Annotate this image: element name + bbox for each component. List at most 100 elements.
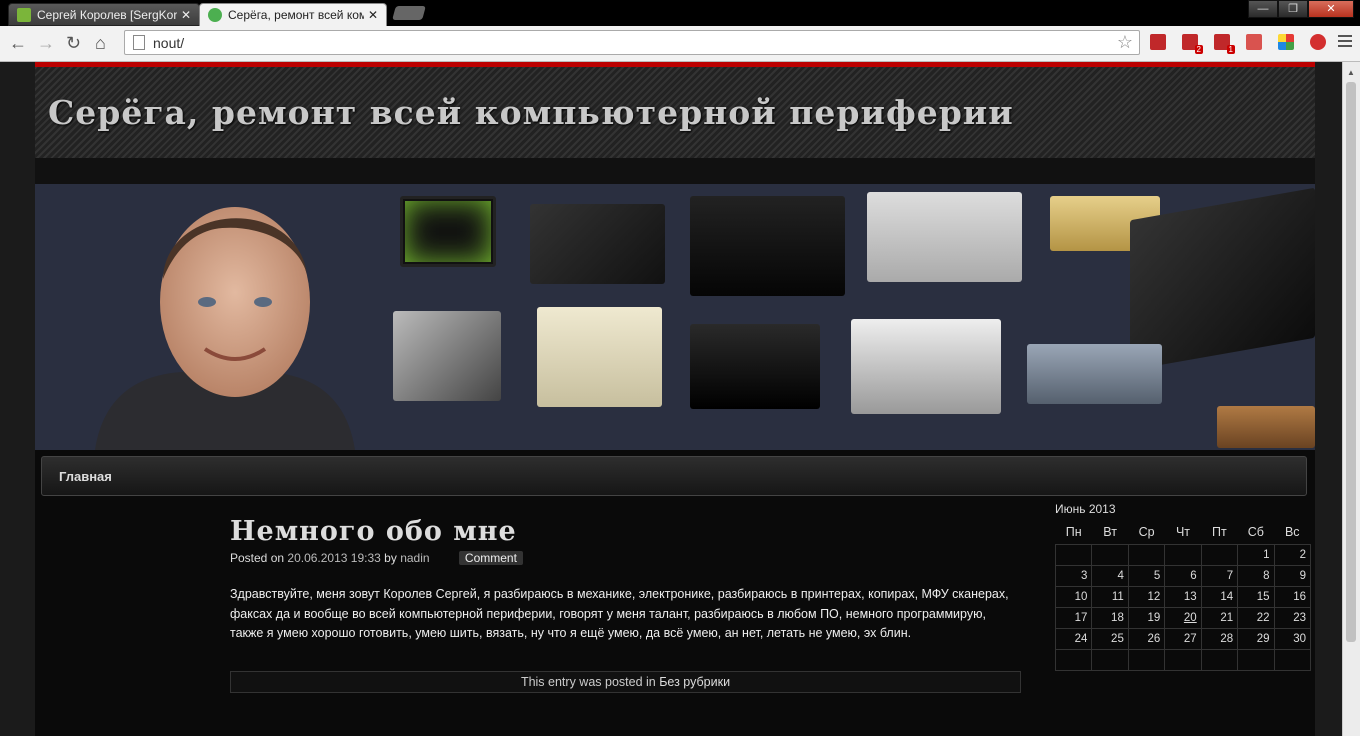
post-body: Здравствуйте, меня зовут Королев Сергей,… xyxy=(230,587,1009,640)
calendar-day xyxy=(1127,649,1166,671)
mfu-image xyxy=(867,192,1022,282)
calendar-day: 17 xyxy=(1054,607,1093,629)
network-switch-image xyxy=(1027,344,1162,404)
calendar-day-header: Чт xyxy=(1175,525,1190,539)
calendar-table: Пн Вт Ср Чт Пт Сб Вс 1 2 3 4 5 6 7 8 9 10 11 12 13 14 15 16 17… xyxy=(1054,520,1312,671)
calendar-day: 19 xyxy=(1127,607,1166,629)
post: Немного обо мне Posted on 20.06.2013 19:… xyxy=(230,514,1021,693)
calendar-day xyxy=(1164,649,1202,671)
soldering-iron-image xyxy=(1217,406,1315,448)
post-footer: This entry was posted in Без рубрики xyxy=(230,670,1021,693)
back-button[interactable]: ← xyxy=(9,33,27,53)
psu-image xyxy=(530,204,665,284)
tab-favicon-icon xyxy=(208,8,222,22)
calendar-day: 4 xyxy=(1091,565,1129,587)
calendar-day: 12 xyxy=(1127,586,1166,608)
nav-item-home[interactable]: Главная xyxy=(59,469,112,484)
category-link[interactable]: Без рубрики xyxy=(659,675,730,689)
posted-in-label: This entry was posted in xyxy=(520,674,656,689)
close-window-button[interactable]: ✕ xyxy=(1308,0,1354,18)
page-icon xyxy=(133,35,145,50)
calendar-day-header: Пн xyxy=(1065,525,1082,539)
ups-image xyxy=(537,307,662,407)
page-viewport: Серёга, ремонт всей компьютерной перифер… xyxy=(0,62,1360,736)
new-tab-button[interactable] xyxy=(392,6,426,20)
post-author-link[interactable]: nadin xyxy=(400,551,429,565)
calendar-week: 12 xyxy=(1054,544,1312,566)
calendar-day xyxy=(1200,544,1239,566)
calendar-week: 17 18 19 20 21 22 23 xyxy=(1054,607,1312,629)
minimize-button[interactable]: — xyxy=(1248,0,1278,18)
tab-close-icon[interactable]: ✕ xyxy=(368,8,378,22)
calendar-day-header: Пт xyxy=(1212,525,1227,539)
calendar-day: 2 xyxy=(1273,544,1312,566)
ext-heart-icon[interactable] xyxy=(1310,34,1326,50)
post-date-link[interactable]: 20.06.2013 19:33 xyxy=(287,551,380,565)
calendar-day-header: Вс xyxy=(1284,525,1300,539)
monitor-image xyxy=(400,196,496,267)
scroll-up-icon[interactable]: ▲ xyxy=(1347,68,1355,77)
calendar-day xyxy=(1200,649,1239,671)
post-title[interactable]: Немного обо мне xyxy=(230,514,1021,550)
calendar-day: 3 xyxy=(1054,565,1093,587)
scrollbar-thumb[interactable] xyxy=(1346,82,1356,642)
calendar-day xyxy=(1091,649,1129,671)
forward-button[interactable]: → xyxy=(37,33,55,53)
calendar-day[interactable]: 20 xyxy=(1164,607,1202,629)
site-wrapper: Серёга, ремонт всей компьютерной перифер… xyxy=(35,62,1315,736)
calendar-day xyxy=(1273,649,1312,671)
calendar-day: 23 xyxy=(1273,607,1312,629)
calendar-week xyxy=(1054,649,1312,671)
bookmark-star-icon[interactable]: ☆ xyxy=(1117,32,1133,53)
ext-card-icon[interactable] xyxy=(1246,34,1262,50)
tab-strip: Сергей Королев [SergKor ✕ Серёга, ремонт… xyxy=(0,0,1360,26)
ext-red-doc-icon[interactable] xyxy=(1150,34,1166,50)
ext-multicolor-icon[interactable] xyxy=(1278,34,1294,50)
calendar-day xyxy=(1237,649,1275,671)
calendar-day: 18 xyxy=(1091,607,1129,629)
address-bar[interactable]: nout/ ☆ xyxy=(124,30,1140,55)
post-meta: Posted on 20.06.2013 19:33 by nadin Comm… xyxy=(230,551,1021,565)
tab-sergkor[interactable]: Сергей Королев [SergKor ✕ xyxy=(8,3,200,26)
header-banner-image xyxy=(35,184,1315,450)
calendar-day: 25 xyxy=(1091,628,1129,650)
maximize-button[interactable]: ❐ xyxy=(1278,0,1308,18)
calendar-week: 3456789 xyxy=(1054,565,1312,587)
calendar-day-header: Сб xyxy=(1247,525,1264,539)
chrome-menu-icon[interactable] xyxy=(1338,35,1352,50)
calendar-caption: Июнь 2013 xyxy=(1055,502,1116,516)
ext-chart-icon[interactable]: 2 xyxy=(1182,34,1203,54)
comment-button[interactable]: Comment xyxy=(458,551,523,565)
header-gap xyxy=(35,158,1315,184)
tab-serega[interactable]: Серёга, ремонт всей комп ✕ xyxy=(199,3,387,26)
calendar-week: 24 25 26 27 28 29 30 xyxy=(1054,628,1312,650)
reload-button[interactable]: ↻ xyxy=(66,33,81,53)
site-title[interactable]: Серёга, ремонт всей компьютерной перифер… xyxy=(48,93,1014,132)
ext-chart-icon[interactable]: 1 xyxy=(1214,34,1235,54)
calendar-day: 11 xyxy=(1091,586,1129,608)
pc-case-image xyxy=(393,311,501,401)
calendar-day: 30 xyxy=(1273,628,1312,650)
tab-title: Серёга, ремонт всей комп xyxy=(228,8,364,22)
main-navigation: Главная xyxy=(41,456,1307,496)
tab-close-icon[interactable]: ✕ xyxy=(181,8,191,22)
scanner-image xyxy=(851,319,1001,414)
calendar-day-header: Вт xyxy=(1103,525,1117,539)
laptop-image xyxy=(1130,187,1315,371)
calendar-day: 14 xyxy=(1200,586,1239,608)
calendar-day: 26 xyxy=(1127,628,1166,650)
calendar-day-header: Ср xyxy=(1138,525,1155,539)
calendar-widget: Июнь 2013 Пн Вт Ср Чт Пт Сб Вс 1 2 3 4 5 6 7 8 9 10 11 12… xyxy=(1054,502,1312,671)
calendar-day: 7 xyxy=(1200,565,1239,587)
calendar-day: 9 xyxy=(1273,565,1312,587)
page-scrollbar[interactable]: ▲ xyxy=(1342,62,1360,736)
home-button[interactable]: ⌂ xyxy=(95,33,106,53)
posted-on-label: Posted on xyxy=(230,551,285,565)
calendar-day: 27 xyxy=(1164,628,1202,650)
calendar-day: 5 xyxy=(1127,565,1166,587)
calendar-day: 24 xyxy=(1054,628,1093,650)
calendar-day xyxy=(1164,544,1202,566)
person-photo xyxy=(95,207,355,450)
calendar-day: 13 xyxy=(1164,586,1202,608)
calendar-day: 22 xyxy=(1237,607,1275,629)
